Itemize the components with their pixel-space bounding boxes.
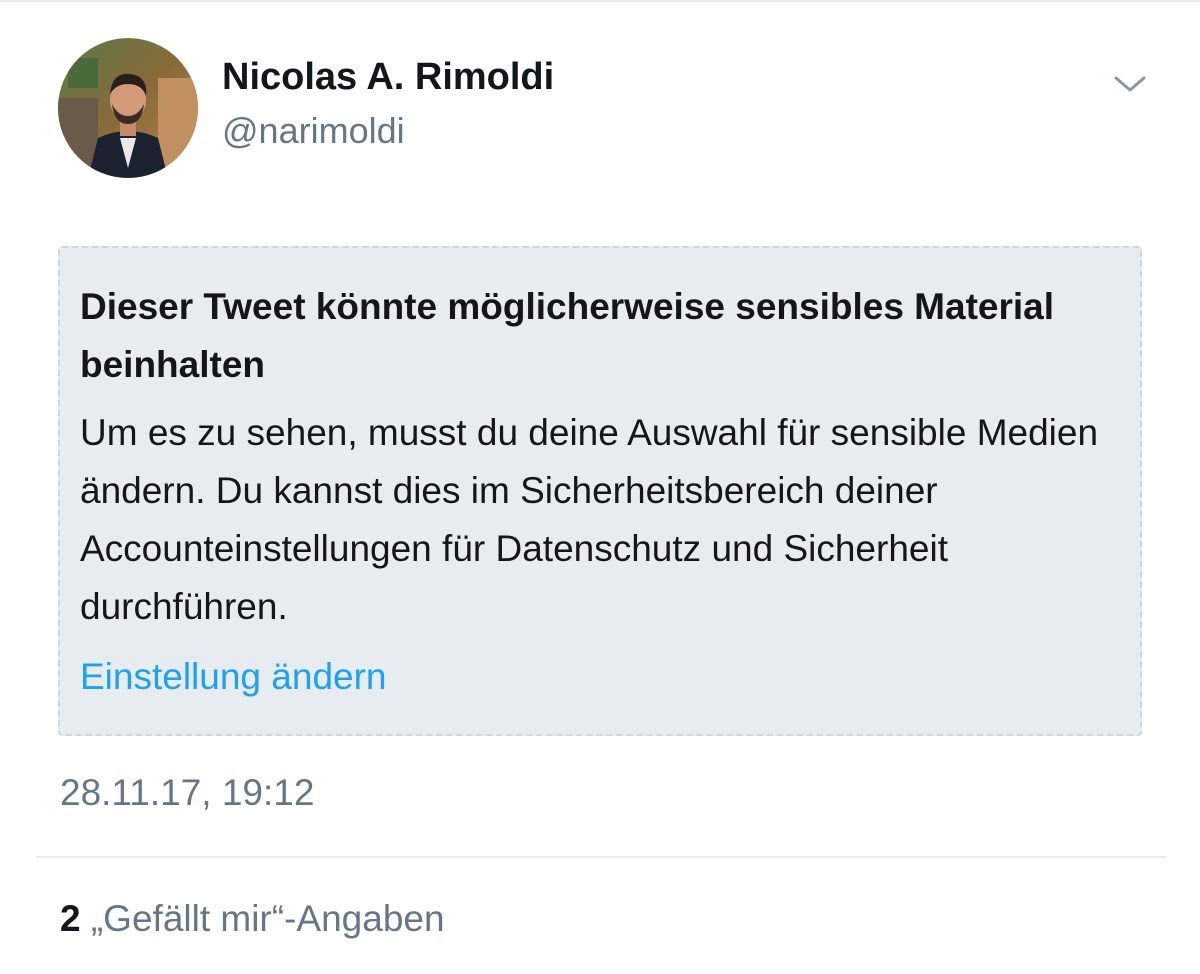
change-setting-link[interactable]: Einstellung ändern <box>80 648 387 706</box>
top-divider <box>0 0 1200 2</box>
chevron-down-icon[interactable] <box>1108 68 1152 100</box>
tweet-detail-view: Nicolas A. Rimoldi @narimoldi Dieser Twe… <box>0 0 1200 974</box>
author-display-name[interactable]: Nicolas A. Rimoldi <box>222 56 554 99</box>
sensitive-content-notice: Dieser Tweet könnte möglicherweise sensi… <box>58 246 1142 736</box>
likes-count: 2 <box>60 898 81 939</box>
notice-title: Dieser Tweet könnte möglicherweise sensi… <box>80 286 1055 385</box>
avatar[interactable] <box>58 38 198 178</box>
likes-label: „Gefällt mir“-Angaben <box>90 898 445 939</box>
likes-stat[interactable]: 2 „Gefällt mir“-Angaben <box>60 898 445 940</box>
author-handle[interactable]: @narimoldi <box>222 110 405 152</box>
notice-body: Um es zu sehen, musst du deine Auswahl f… <box>80 412 1099 627</box>
avatar-photo <box>58 38 198 178</box>
tweet-timestamp: 28.11.17, 19:12 <box>60 772 315 813</box>
stats-divider <box>36 856 1166 858</box>
